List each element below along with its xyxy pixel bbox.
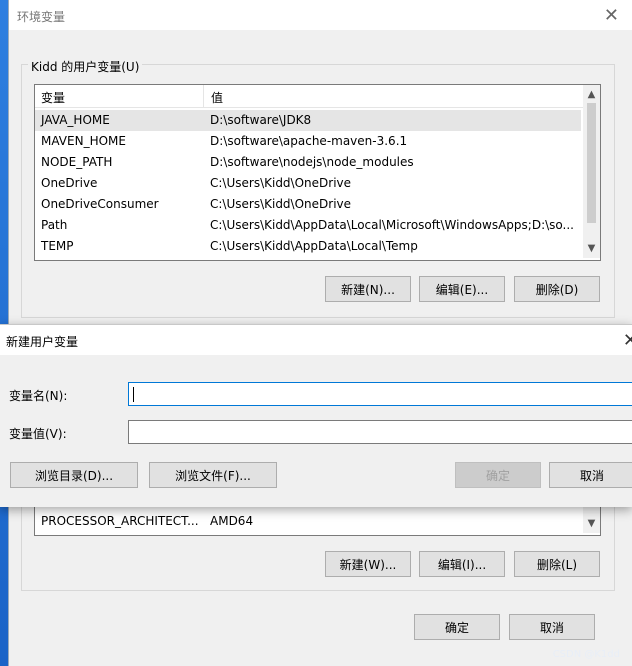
list-header: 变量 值	[35, 85, 600, 108]
browse-directory-button[interactable]: 浏览目录(D)...	[10, 462, 138, 488]
column-divider[interactable]	[203, 85, 204, 107]
text-caret	[133, 387, 134, 402]
variable-name: TEMP	[41, 239, 74, 253]
variable-value: D:\software\JDK8	[210, 113, 312, 127]
table-row[interactable]: JAVA_HOME D:\software\JDK8	[35, 110, 581, 131]
scroll-thumb[interactable]	[587, 103, 596, 223]
cancel-button[interactable]: 取消	[509, 614, 595, 640]
column-header-value[interactable]: 值	[211, 89, 223, 106]
variable-value-field[interactable]	[128, 420, 632, 444]
user-variables-list[interactable]: 变量 值 JAVA_HOME D:\software\JDK8 MAVEN_HO…	[34, 84, 601, 261]
user-variables-group-label: Kidd 的用户变量(U)	[28, 58, 143, 75]
close-icon[interactable]: ✕	[623, 330, 632, 351]
table-row[interactable]: PROCESSOR_ARCHITECT... AMD64	[35, 511, 581, 532]
window-title-bar: 环境变量 ✕	[9, 0, 632, 30]
browse-file-button[interactable]: 浏览文件(F)...	[149, 462, 277, 488]
user-edit-button[interactable]: 编辑(E)...	[419, 276, 505, 302]
variable-name: PROCESSOR_ARCHITECT...	[41, 514, 199, 528]
variable-name: OneDriveConsumer	[41, 197, 159, 211]
variable-name: OneDrive	[41, 176, 98, 190]
variable-value: C:\Users\Kidd\OneDrive	[210, 176, 352, 190]
variable-name: Path	[41, 218, 68, 232]
variable-name: MAVEN_HOME	[41, 134, 126, 148]
user-new-button[interactable]: 新建(N)...	[325, 276, 411, 302]
variable-name-field[interactable]	[128, 382, 632, 406]
variable-value: D:\software\nodejs\node_modules	[210, 155, 414, 169]
scroll-up-icon[interactable]: ▲	[583, 86, 600, 103]
new-user-variable-dialog: 新建用户变量 ✕ 变量名(N): 变量值(V): 浏览目录(D)... 浏览文件…	[0, 324, 632, 507]
column-header-variable[interactable]: 变量	[41, 89, 65, 106]
table-row[interactable]: NODE_PATH D:\software\nodejs\node_module…	[35, 152, 581, 173]
variable-value: C:\Users\Kidd\AppData\Local\Microsoft\Wi…	[210, 218, 574, 232]
system-delete-button[interactable]: 删除(L)	[514, 551, 600, 577]
dialog-title: 新建用户变量	[6, 335, 79, 349]
dialog-ok-button[interactable]: 确定	[455, 462, 541, 488]
table-row[interactable]: OneDrive C:\Users\Kidd\OneDrive	[35, 173, 581, 194]
variable-name: JAVA_HOME	[41, 113, 110, 127]
table-row[interactable]: Path C:\Users\Kidd\AppData\Local\Microso…	[35, 215, 581, 236]
scroll-down-icon[interactable]: ▼	[583, 515, 600, 532]
dialog-cancel-button[interactable]: 取消	[549, 462, 632, 488]
close-icon[interactable]: ✕	[604, 5, 619, 26]
ok-button[interactable]: 确定	[414, 614, 500, 640]
system-variables-list[interactable]: PROCESSOR_ARCHITECT... AMD64 ▼	[34, 506, 601, 536]
vertical-scrollbar[interactable]: ▼	[583, 507, 600, 533]
table-row[interactable]: TEMP C:\Users\Kidd\AppData\Local\Temp	[35, 236, 581, 257]
system-edit-button[interactable]: 编辑(I)...	[419, 551, 505, 577]
variable-value: AMD64	[210, 514, 254, 528]
variable-value-label: 变量值(V):	[9, 427, 67, 441]
window-title: 环境变量	[17, 10, 66, 24]
user-delete-button[interactable]: 删除(D)	[514, 276, 600, 302]
variable-value: D:\software\apache-maven-3.6.1	[210, 134, 408, 148]
scroll-down-icon[interactable]: ▼	[583, 240, 600, 257]
variable-value: C:\Users\Kidd\AppData\Local\Temp	[210, 239, 418, 253]
system-new-button[interactable]: 新建(W)...	[325, 551, 411, 577]
table-row[interactable]: MAVEN_HOME D:\software\apache-maven-3.6.…	[35, 131, 581, 152]
variable-value: C:\Users\Kidd\OneDrive	[210, 197, 352, 211]
dialog-title-bar: 新建用户变量 ✕	[0, 325, 632, 355]
vertical-scrollbar[interactable]: ▲ ▼	[583, 85, 600, 258]
table-row[interactable]: OneDriveConsumer C:\Users\Kidd\OneDrive	[35, 194, 581, 215]
watermark: CSDN @K1dd	[552, 649, 620, 660]
variable-name: NODE_PATH	[41, 155, 113, 169]
variable-name-label: 变量名(N):	[9, 389, 68, 403]
